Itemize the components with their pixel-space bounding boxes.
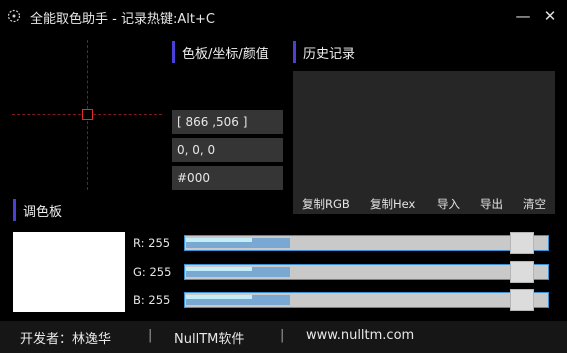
clear-button[interactable]: 清空 (523, 196, 546, 214)
red-slider[interactable] (184, 232, 549, 254)
blue-channel-label: B: 255 (133, 293, 170, 307)
slider-highlight (186, 238, 252, 242)
export-button[interactable]: 导出 (480, 196, 503, 214)
blue-slider-thumb[interactable] (510, 289, 534, 311)
app-logo-icon (7, 9, 21, 23)
palette-header: 调色板 (13, 199, 62, 221)
red-slider-thumb[interactable] (510, 232, 534, 254)
red-label-text: R: (133, 236, 145, 250)
minimize-button[interactable]: — (512, 6, 534, 26)
palette-title: 调色板 (23, 204, 63, 220)
close-button[interactable]: ✕ (539, 6, 561, 26)
red-channel-label: R: 255 (133, 236, 170, 250)
green-channel-label: G: 255 (133, 265, 171, 279)
section-accent-bar (293, 41, 296, 63)
rgb-value-field[interactable]: 0, 0, 0 (172, 138, 283, 162)
footer-separator: | (148, 328, 153, 343)
blue-label-text: B: (133, 293, 145, 307)
value-panel-header: 色板/坐标/颜值 (172, 41, 269, 63)
history-title: 历史记录 (303, 46, 356, 62)
coordinates-field[interactable]: [ 866 ,506 ] (172, 110, 283, 134)
red-value: 255 (148, 236, 171, 250)
import-button[interactable]: 导入 (437, 196, 460, 214)
copy-hex-button[interactable]: 复制Hex (370, 196, 415, 214)
history-header: 历史记录 (293, 41, 355, 63)
green-slider[interactable] (184, 261, 549, 283)
crosshair-center-marker (82, 109, 93, 120)
blue-value: 255 (148, 293, 171, 307)
color-picker-window: { "window": { "title": "全能取色助手 - 记录热键:Al… (0, 0, 567, 353)
footer-separator: | (280, 328, 285, 343)
value-panel-title: 色板/坐标/颜值 (182, 46, 269, 62)
slider-highlight (186, 295, 252, 299)
developer-credit: 开发者：林逸华 (20, 332, 112, 347)
copy-rgb-button[interactable]: 复制RGB (302, 196, 350, 214)
website-link[interactable]: www.nulltm.com (306, 328, 414, 343)
history-list[interactable] (293, 71, 555, 214)
window-title: 全能取色助手 - 记录热键:Alt+C (30, 12, 215, 27)
green-slider-thumb[interactable] (510, 261, 534, 283)
brand-link[interactable]: NullTM软件 (174, 328, 244, 347)
section-accent-bar (172, 41, 175, 63)
slider-highlight (186, 267, 252, 271)
section-accent-bar (13, 199, 16, 221)
color-swatch (13, 232, 125, 312)
green-label-text: G: (133, 265, 146, 279)
blue-slider[interactable] (184, 289, 549, 311)
hex-value-field[interactable]: #000 (172, 166, 283, 190)
green-value: 255 (149, 265, 172, 279)
